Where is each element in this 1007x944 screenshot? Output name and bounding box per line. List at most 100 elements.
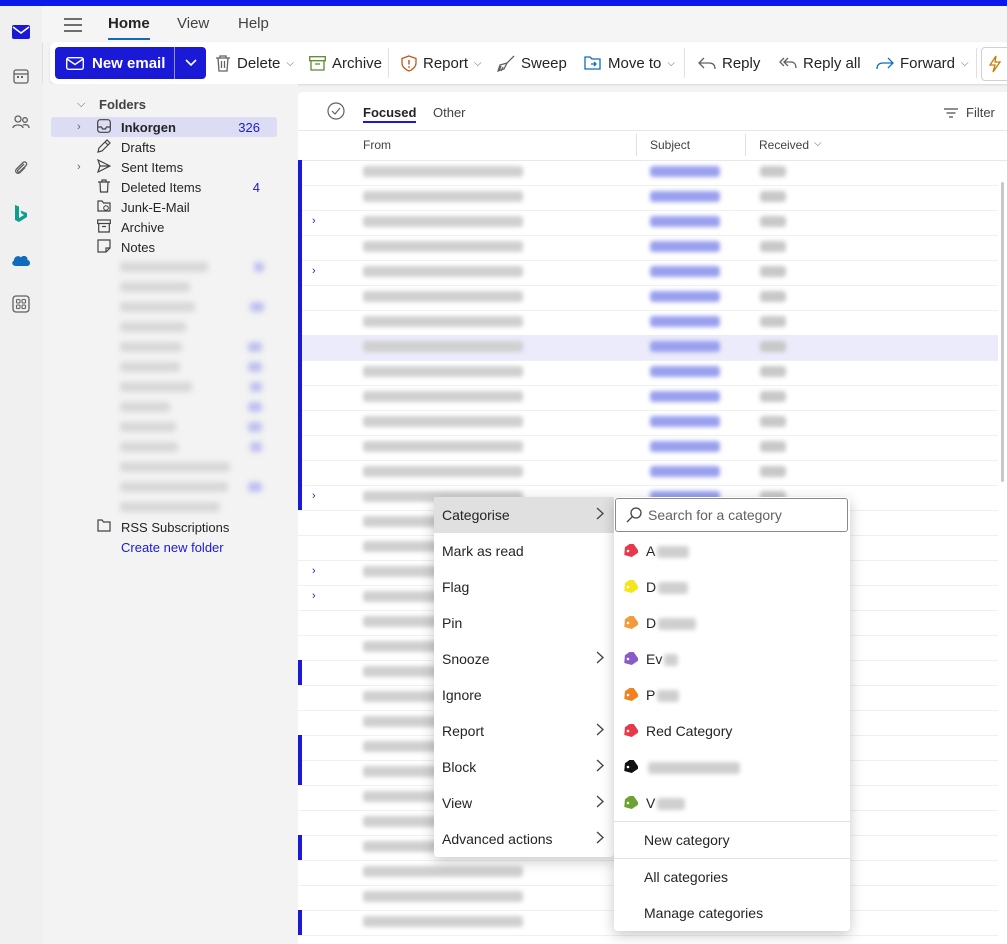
reply-all-button[interactable]: Reply all	[779, 47, 861, 79]
folders-header[interactable]: ⌵ Folders	[51, 94, 277, 114]
select-all-checkbox[interactable]	[327, 102, 345, 123]
chevron-right-icon[interactable]: ›	[312, 565, 316, 577]
message-row[interactable]: ›	[298, 210, 998, 236]
message-row[interactable]	[298, 435, 998, 461]
chevron-down-icon[interactable]: ⌵	[286, 58, 294, 69]
message-row[interactable]	[298, 185, 998, 211]
menu-item-flag[interactable]: Flag	[434, 569, 614, 605]
onedrive-icon[interactable]	[9, 248, 33, 272]
message-row[interactable]	[298, 235, 998, 261]
menu-item-ignore[interactable]: Ignore	[434, 677, 614, 713]
attachment-icon[interactable]	[9, 156, 33, 180]
category-search-field[interactable]	[615, 498, 848, 532]
delete-button[interactable]: Delete ⌵	[215, 47, 294, 79]
folder-item-notes[interactable]: Notes	[51, 237, 277, 257]
message-row[interactable]	[298, 410, 998, 436]
message-time	[760, 416, 786, 427]
archive-button[interactable]: Archive	[309, 47, 382, 79]
sort-chevron-icon[interactable]: ⌵	[814, 138, 822, 149]
menu-item-advanced-actions[interactable]: Advanced actions	[434, 821, 614, 857]
create-new-folder-link[interactable]: Create new folder	[51, 537, 277, 557]
search-icon	[626, 507, 642, 523]
message-row[interactable]	[298, 285, 998, 311]
menu-item-pin[interactable]: Pin	[434, 605, 614, 641]
folder-item-rss[interactable]: RSS Subscriptions	[51, 517, 277, 537]
tab-help[interactable]: Help	[238, 15, 269, 32]
calendar-icon[interactable]	[9, 64, 33, 88]
folder-item-junk[interactable]: Junk-E-Mail	[51, 197, 277, 217]
message-row[interactable]	[298, 335, 998, 361]
menu-item-report[interactable]: Report	[434, 713, 614, 749]
chevron-right-icon[interactable]: ›	[77, 121, 81, 133]
report-button[interactable]: Report ⌵	[401, 47, 482, 79]
chevron-down-icon[interactable]: ⌵	[474, 58, 482, 69]
quick-steps-button[interactable]	[981, 47, 1007, 81]
sweep-button[interactable]: Sweep	[497, 47, 567, 79]
chevron-right-icon[interactable]: ›	[312, 215, 316, 227]
chevron-right-icon[interactable]: ›	[312, 490, 316, 502]
category-item[interactable]: Red Category	[614, 713, 850, 749]
category-name: A	[646, 543, 656, 559]
menu-item-label: Mark as read	[442, 543, 524, 559]
menu-item-categorise[interactable]: Categorise	[434, 497, 614, 533]
menu-item-snooze[interactable]: Snooze	[434, 641, 614, 677]
chevron-down-icon[interactable]: ⌵	[667, 58, 675, 69]
hamburger-icon[interactable]	[64, 18, 82, 35]
bing-icon[interactable]	[9, 202, 33, 226]
new-email-button-group: New email	[55, 47, 206, 79]
category-item[interactable]: P	[614, 677, 850, 713]
message-row[interactable]	[298, 160, 998, 186]
folder-item-deleted[interactable]: Deleted Items 4	[51, 177, 277, 197]
tab-home[interactable]: Home	[108, 15, 150, 40]
chevron-right-icon[interactable]: ›	[312, 590, 316, 602]
menu-item-block[interactable]: Block	[434, 749, 614, 785]
message-row[interactable]	[298, 310, 998, 336]
menu-item-view[interactable]: View	[434, 785, 614, 821]
unread-indicator	[298, 835, 302, 860]
category-item[interactable]: Ev	[614, 641, 850, 677]
tab-other[interactable]: Other	[433, 105, 466, 120]
move-to-button[interactable]: Move to ⌵	[584, 47, 675, 79]
all-categories-button[interactable]: All categories	[614, 859, 850, 895]
filter-button[interactable]: Filter	[944, 105, 995, 120]
column-subject[interactable]: Subject	[650, 138, 690, 152]
menu-item-mark-as-read[interactable]: Mark as read	[434, 533, 614, 569]
scrollbar[interactable]	[1001, 182, 1004, 482]
message-row[interactable]: ›	[298, 260, 998, 286]
message-row[interactable]	[298, 360, 998, 386]
column-from[interactable]: From	[363, 138, 391, 152]
manage-categories-button[interactable]: Manage categories	[614, 895, 850, 931]
message-sender	[363, 166, 523, 177]
message-row[interactable]	[298, 460, 998, 486]
category-item[interactable]	[614, 749, 850, 785]
folder-item-inkorgen[interactable]: › Inkorgen 326	[51, 117, 277, 137]
chevron-right-icon[interactable]: ›	[312, 265, 316, 277]
mail-icon[interactable]	[9, 20, 33, 44]
people-icon[interactable]	[9, 110, 33, 134]
forward-button[interactable]: Forward ⌵	[876, 47, 969, 79]
chevron-right-icon[interactable]: ›	[77, 161, 81, 173]
chevron-down-icon[interactable]: ⌵	[77, 98, 85, 111]
message-subject	[650, 191, 720, 202]
folder-item-sent[interactable]: › Sent Items	[51, 157, 277, 177]
category-search-input[interactable]	[646, 506, 840, 524]
category-item[interactable]: V	[614, 785, 850, 821]
category-item[interactable]: D	[614, 569, 850, 605]
new-email-dropdown[interactable]	[174, 47, 207, 79]
tab-view[interactable]: View	[177, 15, 209, 32]
category-item[interactable]: D	[614, 605, 850, 641]
folder-item-drafts[interactable]: Drafts	[51, 137, 277, 157]
chevron-down-icon[interactable]: ⌵	[961, 58, 969, 69]
new-email-button[interactable]: New email	[55, 47, 173, 79]
reply-button[interactable]: Reply	[698, 47, 760, 79]
category-item[interactable]: A	[614, 533, 850, 569]
message-row[interactable]	[298, 385, 998, 411]
category-tag-icon	[622, 542, 640, 561]
column-received[interactable]: Received	[759, 138, 809, 152]
tab-focused[interactable]: Focused	[363, 105, 417, 123]
folder-item-archive[interactable]: Archive	[51, 217, 277, 237]
reply-icon	[698, 57, 716, 70]
new-category-button[interactable]: New category	[614, 822, 850, 858]
toolbar-divider	[976, 48, 977, 78]
apps-icon[interactable]	[9, 292, 33, 316]
